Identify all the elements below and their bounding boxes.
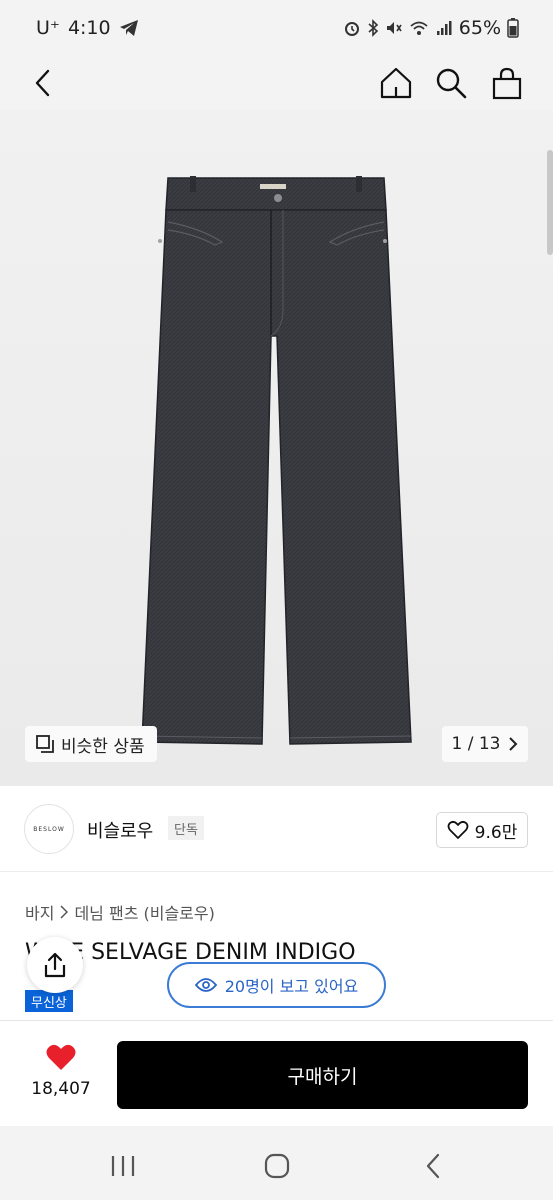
new-arrival-badge: 무신상 (25, 990, 73, 1012)
telegram-icon (119, 19, 139, 37)
breadcrumb-category[interactable]: 바지 (25, 900, 54, 924)
recent-apps-icon (111, 1156, 135, 1176)
signal-icon (435, 19, 453, 37)
chevron-right-icon (509, 737, 518, 751)
share-button[interactable] (27, 937, 83, 993)
wishlist-button[interactable]: 18,407 (26, 1043, 96, 1107)
brand-like-button[interactable]: 9.6만 (436, 812, 528, 848)
heart-outline-icon (447, 820, 469, 839)
system-back-icon (426, 1153, 440, 1179)
search-icon (436, 68, 467, 99)
similar-products-label: 비슷한 상품 (61, 736, 145, 757)
wifi-icon (409, 19, 429, 37)
viewers-notice: 20명이 보고 있어요 (167, 962, 386, 1008)
system-back-button[interactable] (413, 1146, 453, 1186)
brand-logo-text: BESLOW (33, 825, 65, 833)
viewers-label: 20명이 보고 있어요 (224, 977, 359, 996)
carrier-label: U⁺ (36, 17, 60, 39)
heart-filled-icon (46, 1044, 76, 1070)
page-scrollbar[interactable] (547, 150, 553, 255)
image-page-indicator[interactable]: 1 / 13 (442, 726, 528, 762)
search-button[interactable] (432, 64, 470, 102)
home-icon (380, 67, 412, 99)
breadcrumb-subcategory[interactable]: 데님 팬츠 (비슬로우) (74, 900, 214, 924)
brand-like-count: 9.6만 (474, 822, 518, 843)
brand-name[interactable]: 비슬로우 (87, 817, 153, 843)
bluetooth-icon (367, 19, 379, 37)
buy-button[interactable]: 구매하기 (117, 1041, 528, 1109)
system-home-button[interactable] (257, 1146, 297, 1186)
exclusive-tag: 단독 (168, 816, 204, 840)
back-arrow-icon (35, 69, 50, 97)
brand-row: BESLOW 비슬로우 단독 9.6만 (0, 786, 553, 872)
shopping-bag-icon (492, 67, 522, 100)
status-bar: U⁺ 4:10 65% (0, 0, 553, 56)
share-icon (44, 952, 66, 978)
product-image-gallery[interactable]: 비슷한 상품 1 / 13 (0, 110, 553, 786)
purchase-bar: 18,407 구매하기 (0, 1020, 553, 1126)
jeans-photo (141, 176, 412, 745)
wishlist-count: 18,407 (31, 1079, 91, 1099)
shopping-bag-button[interactable] (488, 64, 526, 102)
similar-products-icon (36, 735, 54, 753)
similar-products-button[interactable]: 비슷한 상품 (25, 726, 157, 762)
eye-icon (194, 978, 217, 992)
brand-logo[interactable]: BESLOW (24, 804, 74, 854)
system-home-icon (264, 1153, 290, 1179)
battery-icon (507, 18, 519, 38)
home-button[interactable] (377, 64, 415, 102)
chevron-right-icon (60, 905, 69, 919)
system-navigation-bar (0, 1126, 553, 1200)
status-time: 4:10 (67, 17, 111, 39)
back-button[interactable] (24, 64, 62, 102)
recent-apps-button[interactable] (103, 1146, 143, 1186)
mute-icon (385, 19, 403, 37)
page-indicator-label: 1 / 13 (451, 734, 501, 754)
battery-percent: 65% (458, 17, 501, 39)
top-navigation (0, 56, 553, 110)
breadcrumb: 바지 데님 팬츠 (비슬로우) (25, 900, 215, 924)
alarm-icon (343, 19, 361, 37)
